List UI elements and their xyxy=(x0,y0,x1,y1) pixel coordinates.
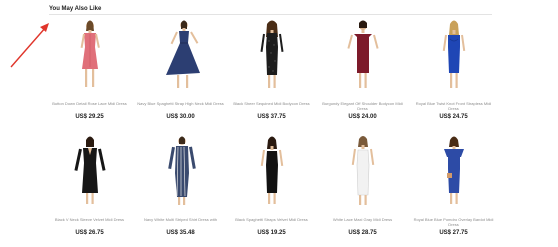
product-name[interactable]: Navy White Multi Striped Shirt Dress wit… xyxy=(137,217,224,222)
product-card[interactable]: Button Down Detail Rose Lace Midi Dress … xyxy=(44,17,135,130)
product-photo-icon[interactable] xyxy=(423,17,484,97)
product-price: US$ 29.25 xyxy=(75,114,104,120)
product-card[interactable]: Royal Blue Twist Knot Front Strapless Mi… xyxy=(408,17,499,130)
product-price: US$ 19.25 xyxy=(257,230,286,236)
product-name[interactable]: Royal Blue Twist Knot Front Strapless Mi… xyxy=(410,101,497,111)
product-card[interactable]: White Lace Maxi Gray Midi Dress US$ 28.7… xyxy=(317,133,408,246)
product-name[interactable]: Royal Blue Blue Pomdro Overlay Bardot Mi… xyxy=(410,217,497,227)
product-name[interactable]: Navy Blue Spaghetti Strap High Neck Midi… xyxy=(137,101,224,106)
product-photo-icon[interactable] xyxy=(332,133,393,213)
product-name[interactable]: Black Spaghetti Straps Velvet Midi Dress xyxy=(228,217,315,222)
title-divider xyxy=(49,14,492,15)
product-name[interactable]: Black V Neck Sleeve Velvet Midi Dress xyxy=(46,217,133,222)
product-price: US$ 24.00 xyxy=(348,114,377,120)
product-photo-icon[interactable] xyxy=(241,133,302,213)
product-price: US$ 24.75 xyxy=(439,114,468,120)
product-card[interactable]: Black V Neck Sleeve Velvet Midi Dress US… xyxy=(44,133,135,246)
product-card[interactable]: Royal Blue Blue Pomdro Overlay Bardot Mi… xyxy=(408,133,499,246)
product-photo-icon[interactable] xyxy=(423,133,484,213)
product-price: US$ 27.75 xyxy=(439,230,468,236)
product-price: US$ 26.75 xyxy=(75,230,104,236)
product-grid: Button Down Detail Rose Lace Midi Dress … xyxy=(44,17,500,245)
product-price: US$ 37.75 xyxy=(257,114,286,120)
section-title: You May Also Like xyxy=(49,6,102,12)
product-photo-icon[interactable] xyxy=(59,133,120,213)
product-price: US$ 28.75 xyxy=(348,230,377,236)
product-price: US$ 30.00 xyxy=(166,114,195,120)
product-photo-icon[interactable] xyxy=(332,17,393,97)
product-card[interactable]: Burgundy Elegant Off Shoulder Bodycon Mi… xyxy=(317,17,408,130)
product-name[interactable]: Burgundy Elegant Off Shoulder Bodycon Mi… xyxy=(319,101,406,111)
product-photo-icon[interactable] xyxy=(150,133,211,213)
product-photo-icon[interactable] xyxy=(59,17,120,97)
product-photo-icon[interactable] xyxy=(150,17,211,97)
product-card[interactable]: Black Sheer Sequined Midi Bodycon Dress … xyxy=(226,17,317,130)
product-card[interactable]: Navy White Multi Striped Shirt Dress wit… xyxy=(135,133,226,246)
product-photo-icon[interactable] xyxy=(241,17,302,97)
product-card[interactable]: Black Spaghetti Straps Velvet Midi Dress… xyxy=(226,133,317,246)
product-name[interactable]: Black Sheer Sequined Midi Bodycon Dress xyxy=(228,101,315,106)
product-card[interactable]: Navy Blue Spaghetti Strap High Neck Midi… xyxy=(135,17,226,130)
product-name[interactable]: White Lace Maxi Gray Midi Dress xyxy=(319,217,406,222)
product-price: US$ 35.48 xyxy=(166,230,195,236)
product-name[interactable]: Button Down Detail Rose Lace Midi Dress xyxy=(46,101,133,106)
